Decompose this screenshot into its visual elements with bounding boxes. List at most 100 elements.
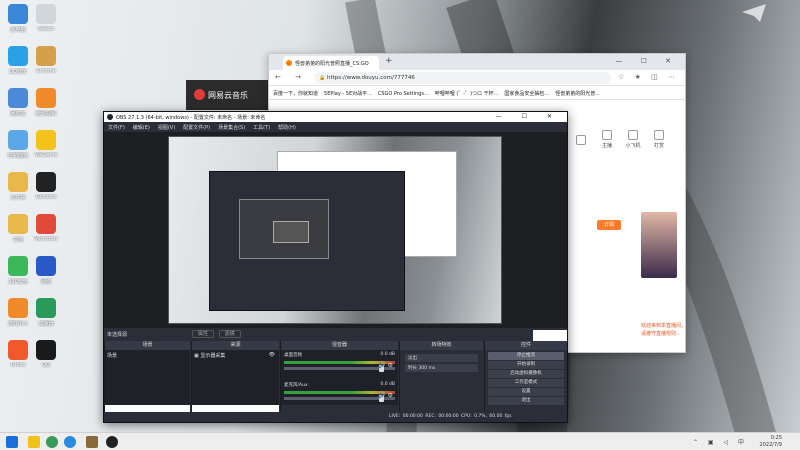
bookmark-item[interactable]: 怪兽弟弟的阳光普... (555, 91, 600, 97)
desktop-icon[interactable]: 加速器 (30, 298, 62, 327)
bookmark-item[interactable]: CSGO Pro Settings... (378, 91, 429, 97)
start-icon[interactable] (6, 436, 18, 448)
source-item[interactable]: ▣ 显示器采集 👁 (194, 352, 277, 359)
netease-music-window[interactable]: 网易云音乐 (186, 80, 270, 110)
transitions-dock: 转场特效 淡出 时长 300 ms (399, 341, 483, 413)
desktop-icon[interactable]: Chrome (30, 46, 62, 74)
clock[interactable]: 0:25 2022/7/9 (760, 435, 782, 449)
obs-menu-item[interactable]: 视图(V) (158, 125, 175, 131)
app-icon (8, 298, 28, 318)
control-button[interactable]: 启动虚拟摄像机 (488, 370, 564, 378)
desktop-icon-label: QQ (42, 362, 50, 368)
controls-dock: 控件 停止推流 开始录制 启动虚拟摄像机 工作室模式 设置 退出 (484, 341, 567, 413)
url-input[interactable]: 🔒 https://www.douyu.com/777746 (315, 72, 611, 84)
app-icon[interactable] (46, 436, 58, 448)
desktop-icon-label: GeForce (35, 194, 57, 200)
transition-select[interactable]: 淡出 (405, 354, 478, 362)
speaker-gear-icon[interactable]: 🔊⚙ (378, 392, 395, 399)
transitions-body: 淡出 时长 300 ms (400, 350, 483, 405)
browser-tab-strip: 怪兽弟弟的阳光普照直播_CS:GO + — ☐ ✕ (269, 54, 685, 70)
app-icon[interactable] (28, 436, 40, 448)
obs-menu-item[interactable]: 编辑(E) (133, 125, 150, 131)
app-icon (36, 88, 56, 108)
desktop-icon[interactable]: Microsoft (30, 214, 62, 242)
obs-window-controls[interactable]: — ☐ ✕ (496, 113, 561, 120)
page-side-menu: 主播 小飞机 打赏 (569, 130, 679, 149)
desktop-icon[interactable]: GeForce (30, 172, 62, 200)
chat-welcome-text: 欢迎来到本直播间，请遵守直播规则... (641, 323, 687, 337)
transition-duration[interactable]: 时长 300 ms (405, 364, 478, 372)
app-icon (8, 172, 28, 192)
streamer-poster[interactable] (641, 212, 677, 278)
side-menu-item[interactable]: 小飞机 (621, 130, 645, 149)
app-icon (8, 88, 28, 108)
obs-title-bar: OBS 27.1.3 (64-bit, windows) - 配置文件: 未命名… (104, 112, 567, 122)
obs-title-text: OBS 27.1.3 (64-bit, windows) - 配置文件: 未命名… (116, 115, 266, 121)
preview-nested-capture-deep (273, 221, 309, 243)
properties-button[interactable]: 属性 (192, 330, 215, 338)
scenes-dock-title: 场景 (105, 341, 190, 350)
subscribe-button[interactable]: 订阅 (597, 220, 621, 230)
obs-menu-item[interactable]: 配置文件(P) (183, 125, 210, 131)
bookmark-item[interactable]: 国家食品安全抽检... (504, 91, 549, 97)
desktop-icon[interactable]: 腾讯视频 (30, 88, 62, 117)
filters-button[interactable]: 滤镜 (218, 330, 241, 338)
control-button[interactable]: 开始录制 (488, 361, 564, 369)
side-menu-item[interactable]: 打赏 (647, 130, 671, 149)
side-menu-item[interactable]: 主播 (595, 130, 619, 149)
obs-menu-item[interactable]: 场景集合(S) (218, 125, 245, 131)
netease-music-icon (194, 89, 205, 100)
obs-docks: 场景 场景 来源 ▣ 显示器采集 👁 混音器 桌面音频 0.0 dB 🔊⚙ 麦克… (104, 341, 567, 413)
edge-icon[interactable] (64, 436, 76, 448)
obs-window[interactable]: OBS 27.1.3 (64-bit, windows) - 配置文件: 未命名… (103, 111, 568, 423)
browser-window-controls[interactable]: — ☐ ✕ (615, 57, 679, 65)
obs-menu-item[interactable]: 文件(F) (108, 125, 125, 131)
browser-toolbar-icons[interactable]: ☆ ★ ◫ ⋯ (618, 73, 679, 81)
sources-dock-title: 来源 (192, 341, 279, 350)
app-icon (36, 214, 56, 234)
mixer-tracks: 桌面音频 0.0 dB 🔊⚙ 麦克风/Aux 0.0 dB 🔊⚙ (281, 350, 398, 405)
app-icon (8, 340, 28, 360)
obs-menu-item[interactable]: 工具(T) (253, 125, 270, 131)
bookmark-item[interactable]: 百度一下，你就知道 (273, 91, 318, 97)
url-text: https://www.douyu.com/777746 (327, 75, 415, 81)
sources-list: ▣ 显示器采集 👁 (192, 350, 279, 405)
control-button[interactable]: 退出 (488, 397, 564, 405)
control-button[interactable]: 停止推流 (488, 352, 564, 360)
bookmark-item[interactable]: 哔哩哔哩 (゜-゜)つロ 干杯... (435, 91, 499, 97)
desktop-icon-label: Steam (37, 26, 55, 32)
sources-dock: 来源 ▣ 显示器采集 👁 (191, 341, 279, 413)
speaker-gear-icon[interactable]: 🔊⚙ (378, 362, 395, 369)
browser-tab[interactable]: 怪兽弟弟的阳光普照直播_CS:GO (283, 56, 379, 70)
douyu-favicon-icon (286, 60, 292, 66)
scene-item[interactable]: 场景 (107, 352, 188, 359)
netease-music-label: 网易云音乐 (208, 91, 248, 100)
app-icon (8, 130, 28, 150)
app-icon (36, 130, 56, 150)
clock-date: 2022/7/9 (759, 442, 782, 448)
desktop-icon[interactable]: QQ (30, 340, 62, 368)
preview-capture (168, 136, 502, 324)
side-menu-item[interactable] (569, 135, 593, 147)
mixer-track-desktop: 桌面音频 0.0 dB 🔊⚙ (281, 350, 398, 380)
control-button[interactable]: 工作室模式 (488, 379, 564, 387)
bookmark-item[interactable]: 5EPlay - 5E对战平... (324, 91, 372, 97)
no-source-label: 未选择源 (107, 332, 128, 338)
desktop-icon[interactable]: 网络 (30, 256, 62, 285)
obs-taskbar-icon[interactable] (106, 436, 118, 448)
scenes-list: 场景 (105, 350, 190, 405)
source-toolbar: 未选择源 属性 滤镜 (104, 329, 567, 339)
mixer-dock-title: 混音器 (281, 341, 398, 350)
system-tray-icons[interactable]: ⌃ ▣ ◁ 中 (693, 437, 748, 446)
desktop-icon-label: WeGame (34, 152, 58, 158)
obs-menu-item[interactable]: 帮助(H) (278, 125, 296, 131)
desktop-icon[interactable]: Steam (30, 4, 62, 32)
control-button[interactable]: 设置 (488, 388, 564, 396)
obs-preview[interactable] (104, 132, 567, 328)
app-icon (36, 4, 56, 24)
desktop-icon-label: Microsoft (34, 236, 58, 242)
app-icon[interactable] (86, 436, 98, 448)
visibility-icon[interactable]: 👁 (269, 352, 275, 358)
desktop-icon[interactable]: WeGame (30, 130, 62, 158)
new-tab-button[interactable]: + (385, 56, 393, 66)
